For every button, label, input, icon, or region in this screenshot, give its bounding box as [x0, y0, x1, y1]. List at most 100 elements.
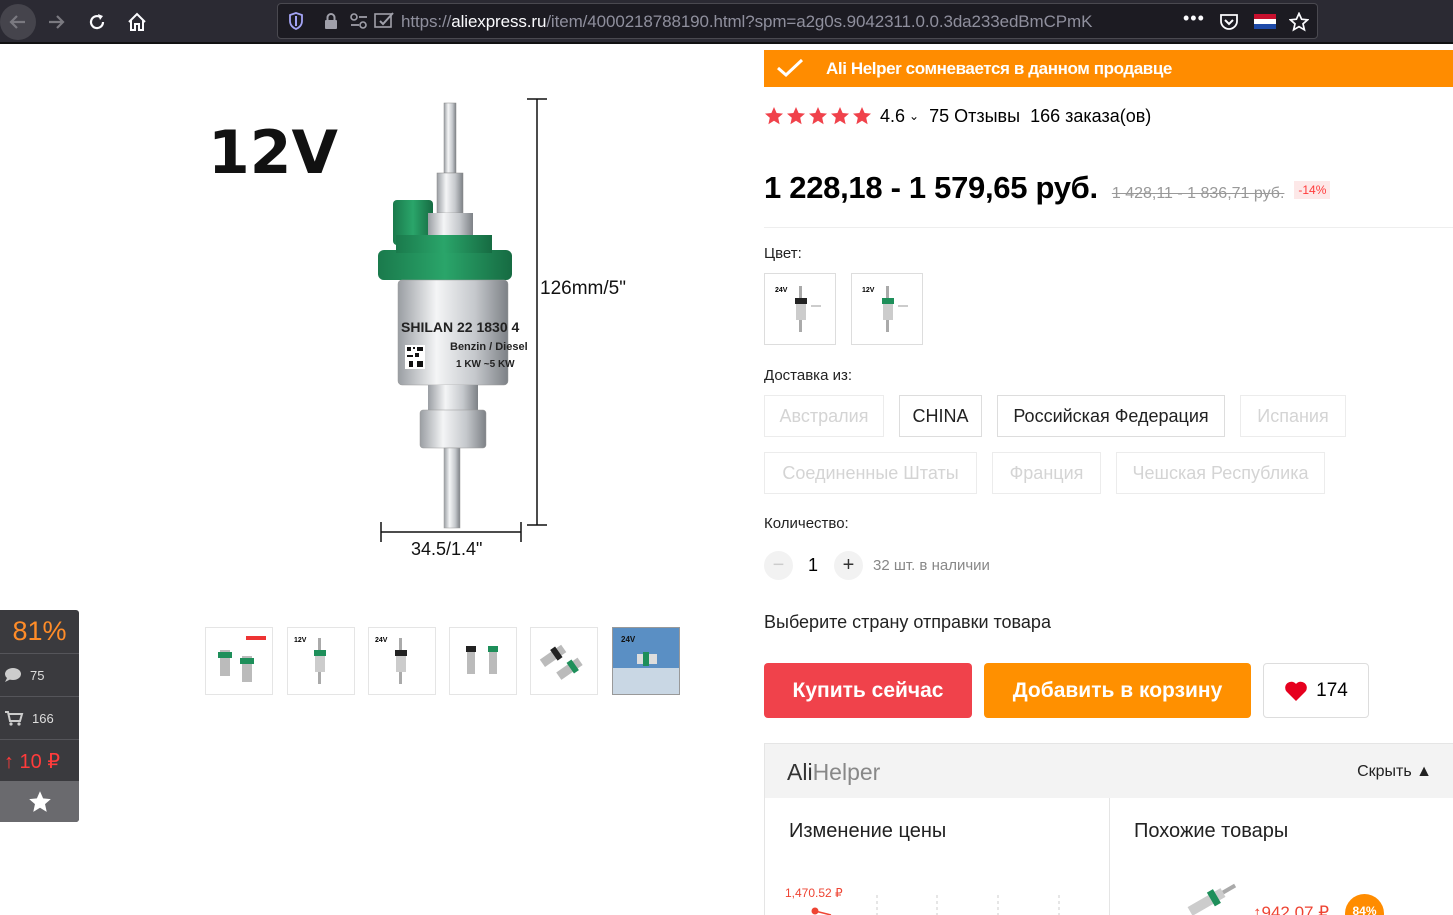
pump-body-text-1: SHILAN 22 1830 4	[401, 319, 519, 335]
thumbnail-4[interactable]	[449, 627, 517, 695]
widget-favorite-button[interactable]	[0, 781, 79, 822]
cart-icon	[5, 711, 24, 726]
rating-row: 4.6 ⌄ 75 Отзывы 166 заказа(ов)	[764, 104, 1151, 128]
page-actions-icon[interactable]: •••	[1183, 8, 1205, 29]
home-button[interactable]	[119, 4, 155, 40]
shipping-option-czech[interactable]: Чешская Республика	[1116, 452, 1325, 494]
url-bar[interactable]: https://aliexpress.ru/item/4000218788190…	[277, 3, 1318, 39]
thumbnail-pump-pair-image	[218, 636, 266, 682]
pocket-icon[interactable]	[1219, 12, 1239, 32]
reload-icon	[89, 14, 105, 30]
voltage-label: 12V	[208, 118, 338, 188]
price-change-title: Изменение цены	[789, 820, 947, 842]
chat-bubble-icon	[5, 668, 21, 682]
orders-count: 166 заказа(ов)	[1030, 105, 1152, 126]
thumbnail-12v-pump-image: 12V	[294, 637, 326, 684]
width-dimension-label: 34.5/1.4"	[411, 539, 482, 559]
url-domain: aliexpress.ru	[451, 12, 547, 31]
page-root: https://aliexpress.ru/item/4000218788190…	[0, 0, 1453, 915]
shipping-option-australia[interactable]: Австралия	[764, 395, 884, 437]
helper-column-divider	[1109, 798, 1110, 915]
alihelper-logo-part2: Helper	[812, 759, 881, 785]
wishlist-count: 174	[1316, 679, 1348, 701]
seller-rating-percent: 81%	[12, 616, 67, 646]
price-row: 1 228,18 - 1 579,65 руб. 1 428,11 - 1 83…	[764, 170, 1331, 210]
current-price: 1 228,18 - 1 579,65 руб.	[764, 170, 1098, 205]
color-option-24v[interactable]: 24V	[764, 273, 836, 345]
shipping-option-france[interactable]: Франция	[992, 452, 1101, 494]
star-icon	[809, 107, 827, 125]
widget-reviews-count: 75	[30, 667, 45, 683]
lock-icon[interactable]	[323, 12, 339, 30]
star-icon	[765, 107, 783, 125]
permissions-icon[interactable]	[349, 12, 369, 30]
thumbnail-3[interactable]: 24V	[368, 627, 436, 695]
thumbnail-3-tag: 24V	[375, 637, 388, 644]
seller-warning-banner: Ali Helper сомневается в данном продавце	[764, 50, 1453, 87]
tracking-protection-icon[interactable]	[374, 12, 394, 30]
star-icon	[831, 107, 849, 125]
heart-icon	[1285, 681, 1307, 701]
url-path: /item/4000218788190.html?spm=a2g0s.90423…	[546, 12, 1093, 31]
old-price: 1 428,11 - 1 836,71 руб.	[1111, 185, 1285, 202]
similar-products-title: Похожие товары	[1134, 820, 1289, 842]
shipping-option-usa[interactable]: Соединенные Штаты	[764, 452, 977, 494]
alihelper-logo-part1: Ali	[787, 759, 813, 785]
product-main-image[interactable]: SHILAN 22 1830 4 Benzin / Diesel 1 KW ~5…	[200, 85, 650, 575]
netherlands-flag-icon[interactable]	[1254, 12, 1276, 30]
color-24v-pump-image: 24V	[775, 286, 821, 332]
thumbnail-2[interactable]: 12V	[287, 627, 355, 695]
thumbnail-5[interactable]	[530, 627, 598, 695]
thumbnail-24v-pump-image: 24V	[375, 637, 407, 684]
arrow-right-icon	[49, 15, 65, 29]
similar-product-image[interactable]	[1175, 875, 1245, 915]
fuel-pump-image: SHILAN 22 1830 4 Benzin / Diesel 1 KW ~5…	[208, 98, 626, 559]
chevron-down-icon[interactable]: ⌄	[909, 109, 919, 123]
thumbnail-1[interactable]	[205, 627, 273, 695]
browser-toolbar: https://aliexpress.ru/item/4000218788190…	[0, 0, 1453, 44]
color-option-12v[interactable]: 12V	[851, 273, 923, 345]
choose-country-notice: Выберите страну отправки товара	[764, 612, 1051, 632]
height-dimension-label: 126mm/5"	[540, 278, 626, 299]
home-icon	[128, 12, 146, 31]
widget-orders-row[interactable]: 166	[0, 696, 79, 739]
buy-now-button[interactable]: Купить сейчас	[764, 663, 972, 718]
bookmark-star-icon[interactable]	[1289, 12, 1309, 32]
rating-value[interactable]: 4.6	[880, 106, 905, 127]
alihelper-header: AliHelper Скрыть ▲	[765, 743, 1453, 798]
shipping-option-spain[interactable]: Испания	[1240, 395, 1346, 437]
add-to-cart-button[interactable]: Добавить в корзину	[984, 663, 1251, 718]
shield-icon[interactable]	[288, 12, 304, 30]
shipping-option-china[interactable]: CHINA	[899, 395, 982, 437]
color-option-12v-label: 12V	[862, 287, 875, 294]
price-chart	[811, 895, 1060, 915]
back-button[interactable]	[0, 4, 36, 40]
arrow-left-icon	[9, 15, 25, 29]
thumbnail-angled-pumps-image	[539, 644, 583, 680]
discount-badge: -14%	[1294, 181, 1331, 199]
star-icon	[853, 107, 871, 125]
thumbnail-6[interactable]: 24V	[612, 627, 680, 695]
quantity-decrease-button[interactable]: −	[764, 551, 793, 580]
alihelper-panel: AliHelper Скрыть ▲ Изменение цены Похожи…	[764, 743, 1453, 915]
pump-body-text-2: Benzin / Diesel	[450, 341, 528, 353]
wishlist-button[interactable]: 174	[1263, 663, 1369, 718]
color-12v-pump-image: 12V	[862, 286, 908, 332]
alihelper-side-widget[interactable]: 81% 75 166 ↑ 10 ₽	[0, 610, 79, 822]
widget-reviews-row[interactable]: 75	[0, 653, 79, 696]
color-label: Цвет:	[764, 245, 802, 262]
color-option-24v-label: 24V	[775, 287, 788, 294]
shipping-option-russia[interactable]: Российская Федерация	[997, 395, 1225, 437]
quantity-value[interactable]: 1	[808, 555, 818, 576]
alihelper-logo: AliHelper	[787, 759, 880, 786]
stock-count: 32 шт. в наличии	[873, 557, 990, 574]
quantity-increase-button[interactable]: +	[834, 551, 863, 580]
url-prefix: https://	[401, 12, 452, 31]
hide-panel-button[interactable]: Скрыть ▲	[1357, 763, 1432, 781]
thumbnail-2-tag: 12V	[294, 637, 307, 644]
forward-button[interactable]	[38, 4, 74, 40]
widget-price-change[interactable]: ↑ 10 ₽	[0, 739, 79, 782]
seller-warning-text: Ali Helper сомневается в данном продавце	[826, 59, 1172, 78]
reload-button[interactable]	[79, 4, 115, 40]
reviews-link[interactable]: 75 Отзывы	[929, 106, 1020, 127]
